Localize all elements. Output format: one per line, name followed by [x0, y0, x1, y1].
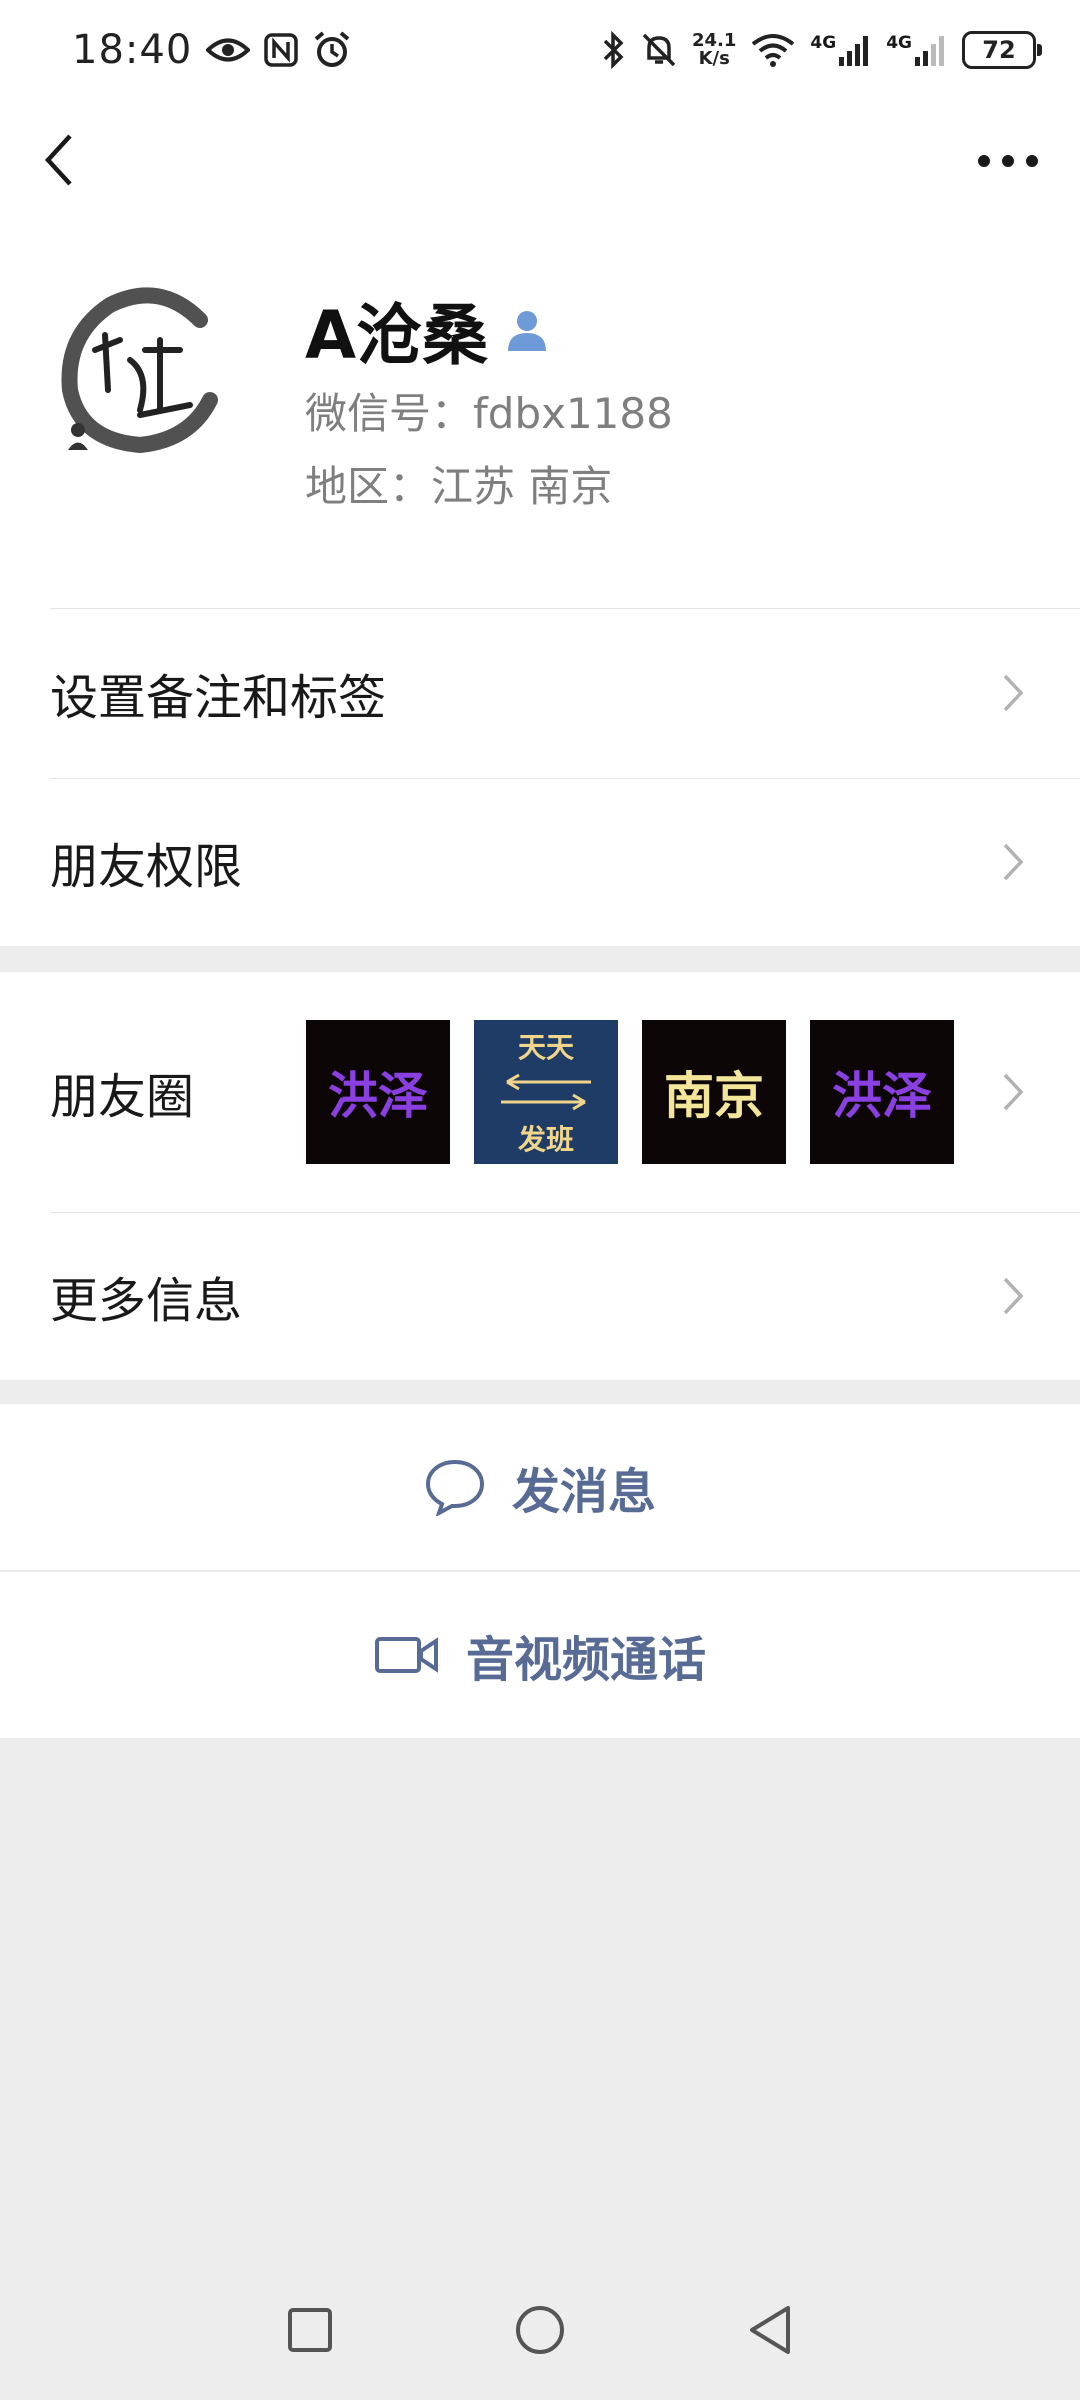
moments-thumb[interactable]: 洪泽: [810, 1020, 954, 1164]
cell-friend-permissions[interactable]: 朋友权限: [0, 778, 1080, 946]
divider: [0, 1570, 1080, 1571]
cell-friend-permissions-label: 朋友权限: [50, 839, 243, 895]
status-left: 18:40: [72, 27, 352, 73]
back-button[interactable]: [36, 128, 86, 192]
region: 地区：江苏 南京: [305, 462, 613, 511]
av-call-button[interactable]: 音视频通话: [0, 1570, 1080, 1738]
nav-bar: [0, 100, 1080, 220]
chevron-right-icon: [1003, 1277, 1024, 1315]
system-navigation-bar: [0, 2260, 1080, 2400]
network-speed: 24.1 K/s: [692, 32, 736, 68]
signal-2: 4G: [886, 33, 948, 67]
more-options-button[interactable]: [974, 136, 1044, 186]
eye-icon: [206, 38, 251, 62]
signal-bars-icon: [839, 36, 869, 66]
clock-time: 18:40: [72, 27, 193, 73]
name-row: A沧桑: [305, 282, 550, 378]
recent-apps-square-icon[interactable]: [286, 2306, 334, 2354]
back-triangle-icon[interactable]: [746, 2304, 794, 2356]
moments-thumb-text-bottom: 发班: [517, 1123, 574, 1156]
cell-moments-label: 朋友圈: [50, 1069, 195, 1125]
av-call-label: 音视频通话: [465, 1632, 706, 1688]
chevron-right-icon: [1003, 674, 1024, 712]
network-speed-unit: K/s: [698, 48, 730, 69]
mute-bell-icon: [642, 33, 676, 67]
signal-1: 4G: [810, 33, 872, 67]
chevron-left-icon: [44, 134, 72, 186]
cell-moments[interactable]: 朋友圈 洪泽 天天 发班 南京 洪泽: [0, 972, 1080, 1212]
network-type-2: 4G: [886, 33, 912, 53]
chevron-right-icon: [1003, 843, 1024, 881]
moments-thumb[interactable]: 南京: [642, 1020, 786, 1164]
wechat-contact-profile-screen: 18:40 24.1 K/s 4G 4G 72 A沧桑 微信号：fdbx1188…: [0, 0, 1080, 2400]
video-camera-icon: [374, 1637, 438, 1673]
wifi-icon: [752, 34, 795, 67]
two-way-arrows-icon: [501, 1073, 591, 1111]
chat-bubble-icon: [425, 1459, 484, 1516]
send-message-label: 发消息: [511, 1464, 656, 1520]
avatar[interactable]: [50, 280, 230, 460]
wechat-id: 微信号：fdbx1188: [305, 389, 673, 438]
chevron-right-icon: [1003, 1073, 1024, 1111]
verified-person-icon: [508, 311, 547, 351]
moments-thumb-text: 洪泽: [328, 1067, 428, 1125]
status-right: 24.1 K/s 4G 4G 72: [602, 31, 1042, 69]
profile-header: A沧桑 微信号：fdbx1188 地区：江苏 南京: [0, 220, 1080, 608]
alarm-icon: [314, 31, 350, 67]
moments-thumb[interactable]: 天天 发班: [474, 1020, 618, 1164]
battery-indicator: 72: [962, 31, 1042, 69]
home-circle-icon[interactable]: [514, 2304, 566, 2356]
moments-thumb-text: 南京: [664, 1067, 764, 1125]
moments-thumbnails: 洪泽 天天 发班 南京 洪泽: [306, 1020, 954, 1164]
nfc-icon: [264, 33, 299, 67]
divider: [50, 1212, 1080, 1213]
moments-thumb-text-top: 天天: [517, 1031, 574, 1064]
send-message-button[interactable]: 发消息: [0, 1404, 1080, 1570]
cell-remark-tags-label: 设置备注和标签: [50, 670, 387, 726]
nickname: A沧桑: [305, 297, 489, 374]
more-dots-icon: [978, 155, 1038, 167]
network-type-1: 4G: [810, 33, 837, 53]
cell-more-info[interactable]: 更多信息: [0, 1212, 1080, 1380]
moments-thumb-text: 洪泽: [832, 1067, 932, 1125]
battery-level: 72: [982, 36, 1016, 64]
signal-bars-weak-icon: [915, 36, 944, 66]
zen-brush-circle-logo: [61, 287, 218, 454]
cell-more-info-label: 更多信息: [50, 1273, 243, 1329]
divider: [50, 778, 1080, 779]
status-bar: 18:40 24.1 K/s 4G 4G 72: [0, 0, 1080, 100]
cell-remark-tags[interactable]: 设置备注和标签: [0, 608, 1080, 778]
divider: [50, 608, 1080, 609]
bluetooth-icon: [603, 31, 624, 69]
moments-thumb[interactable]: 洪泽: [306, 1020, 450, 1164]
